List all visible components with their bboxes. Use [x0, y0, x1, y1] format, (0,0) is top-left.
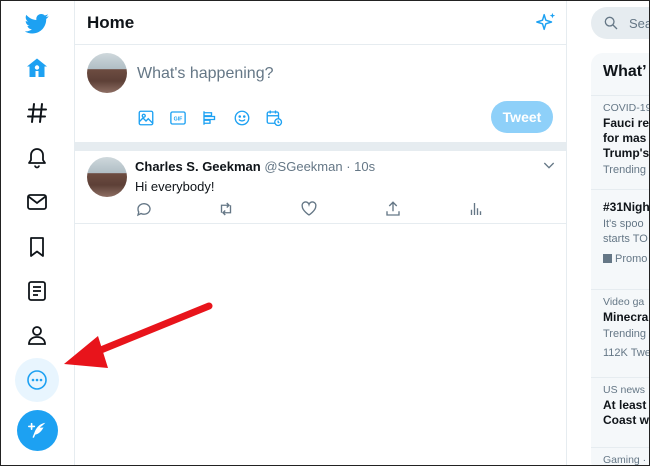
trend-meta: 112K Twe — [603, 347, 650, 359]
tweet-item[interactable]: Charles S. Geekman @SGeekman · 10s Hi ev… — [75, 151, 567, 224]
tweet-header: Charles S. Geekman @SGeekman · 10s — [135, 159, 375, 174]
trend-title: for mas — [603, 131, 647, 145]
like-heart-icon[interactable] — [300, 200, 318, 218]
retweet-icon[interactable] — [217, 200, 235, 218]
lists-icon[interactable] — [15, 269, 59, 313]
profile-icon[interactable] — [15, 313, 59, 357]
trends-title: What’ — [603, 63, 647, 80]
trend-context: Video ga — [603, 296, 645, 308]
messages-envelope-icon[interactable] — [15, 180, 59, 224]
trend-item[interactable]: Video ga Minecra Trending 112K Twe — [591, 289, 650, 375]
compose-box: What's happening? GIF Tweet — [75, 45, 567, 142]
poll-icon[interactable] — [199, 107, 221, 129]
twitter-logo-icon[interactable] — [15, 1, 59, 45]
left-navigation — [1, 1, 75, 465]
trend-title: Coast w — [603, 413, 650, 427]
trend-context: COVID-19 — [603, 102, 650, 114]
trend-meta: Trending — [603, 164, 647, 176]
trend-title: #31Nigh — [603, 200, 650, 214]
trend-title: Minecra — [603, 310, 649, 324]
tweet-author-handle[interactable]: @SGeekman — [264, 159, 342, 174]
tweet-author-name[interactable]: Charles S. Geekman — [135, 159, 261, 174]
right-sidebar: Sea What’ COVID-19 Fauci re for mas Trum… — [567, 1, 650, 466]
trend-context: US news · — [603, 384, 650, 396]
tweet-button[interactable]: Tweet — [491, 101, 553, 133]
tweet-text: Hi everybody! — [135, 179, 215, 194]
share-icon[interactable] — [384, 200, 402, 218]
emoji-icon[interactable] — [231, 107, 253, 129]
promoted-label: Promo — [603, 252, 647, 267]
more-icon[interactable] — [15, 358, 59, 402]
home-icon[interactable] — [15, 46, 59, 90]
trend-item[interactable]: COVID-19 Fauci re for mas Trump's Trendi… — [591, 95, 650, 185]
avatar[interactable] — [87, 157, 127, 197]
sparkle-icon[interactable] — [535, 11, 557, 33]
image-icon[interactable] — [135, 107, 157, 129]
twitter-window: Home What's happening? GIF Tweet Charles… — [0, 0, 650, 466]
trend-description: starts TO — [603, 233, 648, 245]
compose-tweet-button[interactable] — [17, 410, 58, 451]
trend-meta: Trending — [603, 328, 647, 340]
section-divider — [75, 142, 567, 151]
analytics-icon[interactable] — [467, 200, 485, 218]
trend-item[interactable]: Gaming · — [591, 447, 649, 466]
trend-item[interactable]: #31Nigh It's spoo starts TO Promo — [591, 189, 650, 285]
explore-hashtag-icon[interactable] — [15, 91, 59, 135]
trend-context: Gaming · — [603, 454, 647, 466]
trend-title: At least — [603, 398, 647, 412]
notifications-bell-icon[interactable] — [15, 135, 59, 179]
feather-plus-icon — [27, 422, 45, 438]
search-placeholder: Sea — [629, 16, 650, 31]
chevron-down-icon[interactable] — [541, 157, 557, 173]
trend-item[interactable]: US news · At least Coast w — [591, 377, 650, 445]
tweet-actions — [135, 200, 555, 218]
search-input[interactable]: Sea — [591, 7, 650, 39]
timeline-header: Home — [75, 1, 567, 45]
promoted-icon — [603, 254, 612, 263]
schedule-icon[interactable] — [263, 107, 285, 129]
trend-title: Trump's — [603, 146, 650, 160]
avatar[interactable] — [87, 53, 127, 93]
annotation-arrow-icon — [64, 302, 213, 368]
svg-text:GIF: GIF — [174, 117, 184, 123]
trend-description: It's spoo — [603, 218, 644, 230]
gif-icon[interactable]: GIF — [167, 107, 189, 129]
trend-title: Fauci re — [603, 116, 650, 130]
reply-icon[interactable] — [135, 200, 153, 218]
bookmarks-icon[interactable] — [15, 225, 59, 269]
page-title: Home — [87, 13, 135, 32]
trends-panel: What’ COVID-19 Fauci re for mas Trump's … — [591, 53, 650, 466]
compose-input[interactable]: What's happening? — [137, 65, 273, 83]
main-timeline: Home What's happening? GIF Tweet Charles… — [75, 1, 567, 465]
tweet-timestamp[interactable]: · 10s — [346, 159, 375, 174]
search-icon — [604, 16, 618, 30]
compose-toolbar: GIF — [135, 107, 285, 129]
